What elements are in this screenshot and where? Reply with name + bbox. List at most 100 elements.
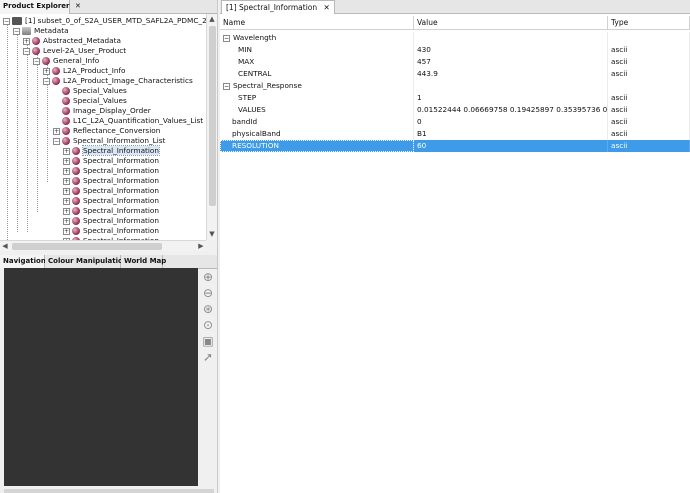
metadata-element-icon <box>32 47 40 55</box>
tree-node[interactable]: + L2A_Product_Info <box>43 66 126 76</box>
expand-icon[interactable]: + <box>23 37 30 45</box>
tab-product-explorer-label: Product Explorer <box>3 2 70 10</box>
table-row[interactable]: physicalBand B1 ascii <box>220 128 690 140</box>
expand-icon[interactable]: + <box>63 157 70 165</box>
expand-icon[interactable]: + <box>63 187 70 195</box>
tree-node-label: Spectral_Information <box>83 206 160 215</box>
product-icon <box>12 17 22 25</box>
tree-node[interactable]: − [1] subset_0_of_S2A_USER_MTD_SAFL2A_PDM… <box>3 16 206 26</box>
tab-product-explorer[interactable]: Product Explorer ✕ <box>0 0 81 14</box>
tree-node[interactable]: Special_Values <box>53 86 127 96</box>
tree-node-label: Spectral_Information <box>83 226 160 235</box>
scrollbar-thumb[interactable] <box>12 243 162 250</box>
tree-node[interactable]: − L2A_Product_Image_Characteristics <box>43 76 193 86</box>
table-row[interactable]: − Wavelength <box>220 32 690 44</box>
collapse-icon[interactable]: − <box>3 17 10 25</box>
tree-vertical-scrollbar[interactable]: ▲ ▼ <box>206 14 217 240</box>
metadata-element-icon <box>72 167 80 175</box>
table-row[interactable]: MAX 457 ascii <box>220 56 690 68</box>
tree-node[interactable]: + Reflectance_Conversion <box>53 126 160 136</box>
tree-node[interactable]: − Metadata <box>13 26 69 36</box>
tree-node[interactable]: L1C_L2A_Quantification_Values_List <box>53 116 203 126</box>
table-row[interactable]: CENTRAL 443.9 ascii <box>220 68 690 80</box>
tree-node[interactable]: Image_Display_Order <box>53 106 151 116</box>
metadata-element-icon <box>72 177 80 185</box>
tab-colour-manipulation[interactable]: Colour Manipulation <box>45 255 128 269</box>
navigation-canvas[interactable] <box>4 268 198 486</box>
expand-icon[interactable]: + <box>53 127 60 135</box>
scroll-right-icon[interactable]: ▶ <box>196 241 206 251</box>
document-tabbar: [1] Spectral_Information ✕ <box>220 0 690 14</box>
tree-node-label: Spectral_Information <box>83 156 160 165</box>
tree-node[interactable]: Special_Values <box>53 96 127 106</box>
navigation-slider-bar[interactable] <box>4 489 214 493</box>
collapse-icon[interactable]: − <box>223 34 230 42</box>
cell-name-text: physicalBand <box>232 129 281 138</box>
tree-node[interactable]: + Spectral_Information <box>63 196 159 206</box>
tree-node[interactable]: + Spectral_Information <box>63 156 159 166</box>
tree-node[interactable]: − General_Info <box>33 56 99 66</box>
tree-node[interactable]: + Spectral_Information <box>63 226 159 236</box>
table-row[interactable]: bandId 0 ascii <box>220 116 690 128</box>
tab-spectral-information[interactable]: [1] Spectral_Information ✕ <box>221 0 335 14</box>
expand-icon[interactable]: + <box>63 167 70 175</box>
collapse-icon[interactable]: − <box>13 27 20 35</box>
expand-icon[interactable]: + <box>43 67 50 75</box>
tab-world-map[interactable]: World Map <box>121 255 166 269</box>
zoom-in-icon[interactable]: ⊕ <box>201 270 215 284</box>
expand-icon[interactable]: + <box>63 227 70 235</box>
zoom-out-icon[interactable]: ⊖ <box>201 286 215 300</box>
sync-cursor-icon[interactable]: ➚ <box>201 350 215 364</box>
tree-node[interactable]: + Spectral_Information <box>63 186 159 196</box>
tree-node[interactable]: + Spectral_Information <box>63 145 161 156</box>
tree-node[interactable]: + Spectral_Information <box>63 166 159 176</box>
cell-type <box>608 80 690 92</box>
scroll-up-icon[interactable]: ▲ <box>207 14 217 24</box>
column-header-type[interactable]: Type <box>608 16 690 30</box>
scroll-left-icon[interactable]: ◀ <box>0 241 10 251</box>
product-explorer-tree[interactable]: − [1] subset_0_of_S2A_USER_MTD_SAFL2A_PDM… <box>0 14 206 240</box>
table-row[interactable]: VALUES 0.01522444 0.06669758 0.19425897 0… <box>220 104 690 116</box>
folder-icon <box>22 27 31 35</box>
cell-value: 0 <box>414 116 608 128</box>
close-icon[interactable]: ✕ <box>324 3 330 12</box>
tab-navigation[interactable]: Navigation ✕ <box>0 255 57 269</box>
snap-application-window: Product Explorer ✕ − [1] subset_0_of_S2A_… <box>0 0 690 493</box>
table-row[interactable]: − Spectral_Response <box>220 80 690 92</box>
scrollbar-thumb[interactable] <box>209 26 216 206</box>
metadata-element-icon <box>62 107 70 115</box>
collapse-icon[interactable]: − <box>43 77 50 85</box>
collapse-icon[interactable]: − <box>23 47 30 55</box>
tree-node[interactable]: + Spectral_Information <box>63 216 159 226</box>
tree-node[interactable]: − Level-2A_User_Product <box>23 46 126 56</box>
close-icon[interactable]: ✕ <box>75 2 81 10</box>
tree-node[interactable]: + Spectral_Information <box>63 206 159 216</box>
column-header-name[interactable]: Name <box>220 16 414 30</box>
expand-icon[interactable]: + <box>63 177 70 185</box>
collapse-icon[interactable]: − <box>223 82 230 90</box>
expand-icon[interactable]: + <box>63 207 70 215</box>
table-row[interactable]: MIN 430 ascii <box>220 44 690 56</box>
cell-name-text: bandId <box>232 117 258 126</box>
cell-name: STEP <box>220 92 414 104</box>
zoom-actual-icon[interactable]: ⊙ <box>201 318 215 332</box>
expand-icon[interactable]: + <box>63 217 70 225</box>
tree-node[interactable]: + Abstracted_Metadata <box>23 36 121 46</box>
metadata-element-icon <box>72 187 80 195</box>
expand-icon[interactable]: + <box>63 147 70 155</box>
sync-views-icon[interactable]: ▣ <box>201 334 215 348</box>
tree-horizontal-scrollbar[interactable]: ◀ ▶ <box>0 240 206 251</box>
tab-spectral-information-label: [1] Spectral_Information <box>226 3 318 12</box>
expand-icon[interactable]: + <box>63 197 70 205</box>
metadata-element-icon <box>62 137 70 145</box>
zoom-fit-icon[interactable]: ⊛ <box>201 302 215 316</box>
column-header-value[interactable]: Value <box>414 16 608 30</box>
table-row[interactable]: STEP 1 ascii <box>220 92 690 104</box>
collapse-icon[interactable]: − <box>33 57 40 65</box>
scroll-down-icon[interactable]: ▼ <box>207 229 217 239</box>
collapse-icon[interactable]: − <box>53 137 60 145</box>
metadata-view-pane: [1] Spectral_Information ✕ Name Value Ty… <box>220 0 690 493</box>
tree-node[interactable]: + Spectral_Information <box>63 176 159 186</box>
table-row[interactable]: RESOLUTION 60 ascii <box>220 140 690 152</box>
tree-node[interactable]: − Spectral_Information_List <box>53 136 165 146</box>
